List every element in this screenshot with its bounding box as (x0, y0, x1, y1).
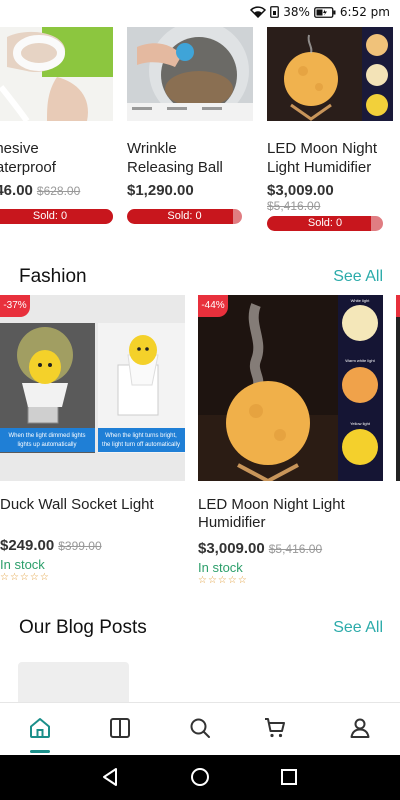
product-name: dhesive Vaterproof (0, 139, 113, 177)
fashion-section-header: Fashion See All (0, 266, 400, 296)
active-tab-indicator (30, 750, 50, 753)
product-name: LED Moon Night Light Humidifier (198, 496, 383, 532)
blog-post-thumbnail[interactable] (18, 662, 129, 702)
product-image (0, 27, 113, 121)
sold-count: Sold: 0 (307, 217, 343, 229)
sold-progress-bar: Sold: 0 (0, 209, 113, 224)
price-current: $3,009.00 (267, 182, 334, 199)
status-bar: 38% 6:52 pm (0, 0, 400, 26)
product-name-line: LED Moon Night (267, 140, 378, 157)
price-old: $5,416.00 (267, 199, 321, 213)
product-name: Duck Wall Socket Light (0, 496, 154, 513)
back-icon[interactable] (100, 766, 122, 788)
rating-stars: ☆☆☆☆☆ (198, 575, 248, 586)
cart-icon[interactable] (262, 715, 288, 741)
status-icons: 38% 6:52 pm (250, 5, 390, 19)
price-current: $3,009.00 (198, 540, 265, 557)
product-name-line: Humidifier (198, 514, 266, 531)
product-image (127, 27, 253, 121)
svg-text:Warm white light: Warm white light (345, 358, 375, 363)
battery-icon (314, 6, 336, 18)
svg-text:lights up automatically: lights up automatically (17, 442, 76, 448)
stock-status: In stock (198, 560, 243, 575)
rating-stars: ☆☆☆☆☆ (0, 572, 50, 583)
discount-badge-partial (396, 295, 400, 317)
flash-products-row: dhesive Vaterproof 846.00$628.00 Sold: 0 (0, 0, 400, 250)
section-title: Fashion (19, 266, 87, 287)
system-navigation-bar (0, 755, 400, 800)
discount-badge: -37% (0, 295, 30, 317)
product-card-partial[interactable] (396, 295, 400, 481)
svg-text:Yellow light: Yellow light (350, 421, 371, 426)
product-price: 846.00$628.00 (0, 182, 113, 199)
product-card-adhesive[interactable]: dhesive Vaterproof 846.00$628.00 Sold: 0 (0, 27, 113, 224)
product-card-wrinkle-ball[interactable]: Wrinkle Releasing Ball $1,290.00 Sold: 0 (127, 27, 253, 224)
price-current: $1,290.00 (127, 182, 194, 199)
bottom-navigation (0, 702, 400, 755)
product-price: $1,290.00 (127, 182, 253, 199)
product-image: When the light dimmed lights lights up a… (0, 295, 185, 481)
sold-count: Sold: 0 (32, 210, 68, 222)
svg-text:the light turn off automatical: the light turn off automatically (102, 442, 180, 448)
product-name-line: Releasing Ball (127, 159, 223, 176)
section-title: Our Blog Posts (19, 617, 147, 638)
price-current: $249.00 (0, 537, 55, 554)
home-button-icon[interactable] (189, 766, 211, 788)
product-image (267, 27, 393, 121)
home-icon[interactable] (27, 715, 53, 741)
product-price: $3,009.00 $5,416.00 (198, 540, 383, 557)
blog-section-header: Our Blog Posts See All (0, 617, 400, 647)
svg-text:When the light turns bright,: When the light turns bright, (105, 433, 177, 439)
product-price: $249.00 $399.00 (0, 537, 185, 554)
app-screen: 38% 6:52 pm dhesive Vate (0, 0, 400, 800)
product-image: White light Warm white light Yellow ligh… (198, 295, 383, 481)
catalog-icon[interactable] (107, 715, 133, 741)
clock: 6:52 pm (339, 5, 390, 19)
product-name: Wrinkle Releasing Ball (127, 139, 253, 177)
search-icon[interactable] (187, 715, 213, 741)
product-name-line: dhesive (0, 140, 39, 157)
product-card-moon-humidifier[interactable]: White light Warm white light Yellow ligh… (198, 295, 383, 586)
product-name-line: LED Moon Night Light (198, 496, 345, 513)
product-price: $3,009.00 (267, 182, 393, 199)
sold-progress-bar: Sold: 0 (267, 216, 383, 231)
product-name-line: Light Humidifier (267, 159, 372, 176)
product-card-duck-light[interactable]: When the light dimmed lights lights up a… (0, 295, 185, 583)
svg-text:When the light dimmed lights: When the light dimmed lights (8, 433, 85, 439)
product-name: LED Moon Night Light Humidifier (267, 139, 393, 177)
see-all-link[interactable]: See All (333, 268, 383, 286)
wifi-icon (250, 6, 267, 18)
see-all-link[interactable]: See All (333, 619, 383, 637)
sim-icon (270, 6, 280, 18)
recents-icon[interactable] (278, 766, 300, 788)
price-old: $399.00 (58, 539, 102, 553)
account-icon[interactable] (347, 715, 373, 741)
product-name-line: Wrinkle (127, 140, 177, 157)
product-name-line: Vaterproof (0, 159, 56, 176)
price-current: 846.00 (0, 182, 33, 199)
price-old: $628.00 (36, 184, 81, 198)
svg-text:White light: White light (351, 298, 371, 303)
product-card-moon-light[interactable]: LED Moon Night Light Humidifier $3,009.0… (267, 27, 393, 231)
stock-status: In stock (0, 557, 45, 572)
sold-count: Sold: 0 (167, 210, 202, 222)
discount-badge: -44% (198, 295, 228, 317)
sold-progress-bar: Sold: 0 (127, 209, 242, 224)
battery-percent: 38% (283, 5, 310, 19)
price-old: $5,416.00 (268, 542, 323, 556)
